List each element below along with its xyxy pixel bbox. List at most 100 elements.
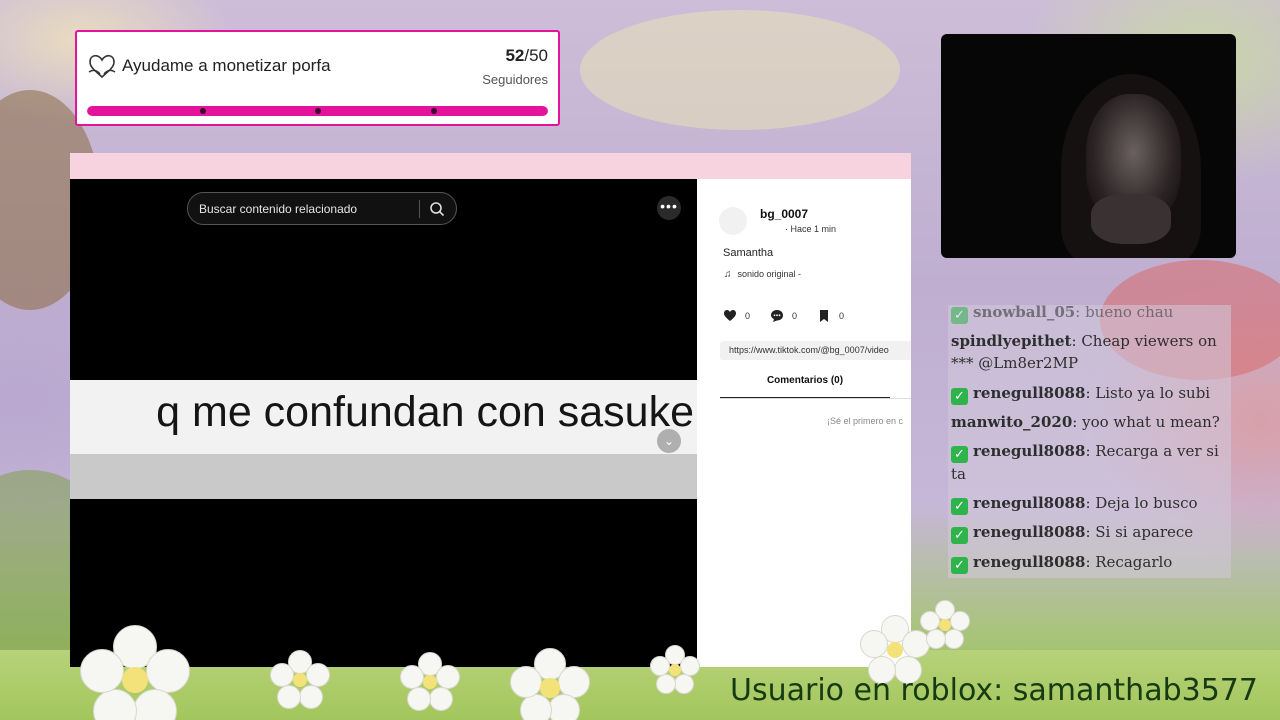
related-search-bar[interactable]: Buscar contenido relacionado bbox=[187, 192, 457, 225]
like-count: 0 bbox=[745, 311, 751, 321]
flower-petal bbox=[674, 674, 694, 694]
verified-badge-icon: ✓ bbox=[951, 307, 968, 324]
flower-petal bbox=[400, 665, 424, 690]
verified-badge-icon: ✓ bbox=[951, 388, 968, 405]
flower-decoration bbox=[920, 600, 970, 650]
video-caption-shadow bbox=[70, 454, 697, 499]
flower-center bbox=[292, 672, 308, 688]
chat-username: spindlyepithet bbox=[951, 332, 1072, 350]
flower-petal bbox=[920, 611, 940, 631]
chat-separator: : bbox=[1072, 413, 1083, 431]
post-timestamp: · Hace 1 min bbox=[785, 224, 837, 234]
comment-button[interactable]: 0 bbox=[770, 309, 817, 323]
post-music[interactable]: ♫ sonido original - bbox=[724, 269, 801, 280]
chat-message: ✓ renegull8088: Recagarlo bbox=[951, 551, 1227, 574]
chat-separator: : bbox=[1085, 384, 1096, 402]
goal-tick bbox=[200, 108, 206, 114]
post-description: Samantha bbox=[723, 247, 774, 259]
background-cloud bbox=[580, 10, 900, 130]
chat-username: renegull8088 bbox=[973, 553, 1086, 571]
flower-petal bbox=[80, 649, 124, 694]
flower-center bbox=[540, 678, 560, 698]
avatar[interactable] bbox=[719, 207, 747, 235]
goal-tick bbox=[315, 108, 321, 114]
music-note-icon: ♫ bbox=[724, 269, 732, 280]
share-link-text[interactable]: https://www.tiktok.com/@bg_0007/video bbox=[729, 345, 889, 355]
flower-petal bbox=[306, 663, 330, 688]
bookmark-icon bbox=[820, 310, 828, 322]
heart-icon bbox=[724, 310, 736, 321]
flower-decoration bbox=[80, 625, 190, 720]
music-label: sonido original - bbox=[737, 269, 802, 279]
flower-center bbox=[886, 641, 904, 659]
flower-petal bbox=[950, 611, 970, 631]
chat-message: ✓ renegull8088: Listo ya lo subi bbox=[951, 382, 1227, 405]
webcam-person-hand bbox=[1091, 194, 1171, 244]
more-options-button[interactable]: ••• bbox=[657, 196, 681, 220]
goal-current: 52 bbox=[505, 46, 525, 65]
flower-petal bbox=[436, 665, 460, 690]
flower-petal bbox=[93, 688, 138, 720]
verified-badge-icon: ✓ bbox=[951, 527, 968, 544]
video-caption-banner: q me confundan con sasuke bbox=[70, 380, 697, 454]
next-video-button[interactable]: ⌄ bbox=[657, 429, 681, 453]
chat-separator: : bbox=[1075, 305, 1086, 321]
chat-message: manwito_2020: yoo what u mean? bbox=[951, 411, 1227, 433]
goal-count: 52/50 bbox=[505, 46, 548, 66]
chat-text: Recagarlo bbox=[1095, 553, 1173, 571]
roblox-username-banner: Usuario en roblox: samanthab3577 bbox=[730, 673, 1258, 708]
flower-petal bbox=[277, 684, 302, 709]
flower-petal bbox=[558, 665, 590, 698]
flower-decoration bbox=[510, 648, 590, 720]
verified-badge-icon: ✓ bbox=[951, 557, 968, 574]
search-input[interactable]: Buscar contenido relacionado bbox=[199, 202, 357, 216]
goal-title: Ayudame a monetizar porfa bbox=[122, 56, 331, 75]
post-actions: 0 0 0 bbox=[723, 309, 864, 323]
chat-message: ✓ renegull8088: Deja lo busco bbox=[951, 492, 1227, 515]
flower-petal bbox=[298, 684, 323, 709]
browser-tab-strip bbox=[70, 153, 911, 179]
flower-center bbox=[669, 664, 681, 676]
webcam-feed bbox=[941, 34, 1236, 258]
chat-separator: : bbox=[1085, 523, 1096, 541]
chat-message: ✓ renegull8088: Si si aparece bbox=[951, 521, 1227, 544]
flower-petal bbox=[650, 656, 670, 676]
like-button[interactable]: 0 bbox=[723, 309, 770, 323]
flower-petal bbox=[860, 630, 888, 659]
flower-petal bbox=[428, 686, 453, 711]
chat-message: ✓ renegull8088: Recarga a ver si ta bbox=[951, 440, 1227, 485]
chat-overlay: ✓ snowball_05: bueno chau spindlyepithet: … bbox=[948, 305, 1231, 578]
flower-petal bbox=[132, 688, 177, 720]
flower-petal bbox=[146, 649, 190, 694]
flower-decoration bbox=[400, 652, 460, 712]
goal-tick bbox=[431, 108, 437, 114]
search-icon[interactable] bbox=[429, 201, 445, 217]
goal-target: /50 bbox=[524, 46, 548, 65]
flower-petal bbox=[944, 629, 964, 649]
flower-petal bbox=[407, 686, 432, 711]
chat-text: Listo ya lo subi bbox=[1095, 384, 1211, 402]
flower-petal bbox=[926, 629, 946, 649]
chat-username: renegull8088 bbox=[973, 494, 1086, 512]
goal-progress-bar bbox=[87, 106, 548, 116]
chat-username: renegull8088 bbox=[973, 384, 1086, 402]
chat-username: renegull8088 bbox=[973, 442, 1086, 460]
save-button[interactable]: 0 bbox=[817, 309, 864, 323]
flower-decoration bbox=[270, 650, 330, 710]
chat-text: Deja lo busco bbox=[1095, 494, 1198, 512]
video-caption-text: q me confundan con sasuke bbox=[156, 388, 694, 436]
share-link-box[interactable]: https://www.tiktok.com/@bg_0007/video bbox=[720, 341, 911, 360]
flower-center bbox=[422, 674, 438, 690]
goal-subtitle: Seguidores bbox=[482, 72, 548, 87]
video-player[interactable]: Buscar contenido relacionado ••• q me co… bbox=[70, 179, 697, 667]
post-details-panel: bg_0007 · Hace 1 min Samantha ♫ sonido or… bbox=[697, 179, 911, 667]
tab-comments[interactable]: Comentarios (0) bbox=[720, 375, 890, 399]
chat-separator: : bbox=[1085, 553, 1096, 571]
flower-decoration bbox=[650, 645, 700, 695]
flower-petal bbox=[656, 674, 676, 694]
chat-username: snowball_05 bbox=[973, 305, 1076, 321]
post-username[interactable]: bg_0007 bbox=[760, 207, 808, 221]
flower-center bbox=[121, 666, 149, 694]
flower-petal bbox=[270, 663, 294, 688]
chat-separator: : bbox=[1071, 332, 1082, 350]
